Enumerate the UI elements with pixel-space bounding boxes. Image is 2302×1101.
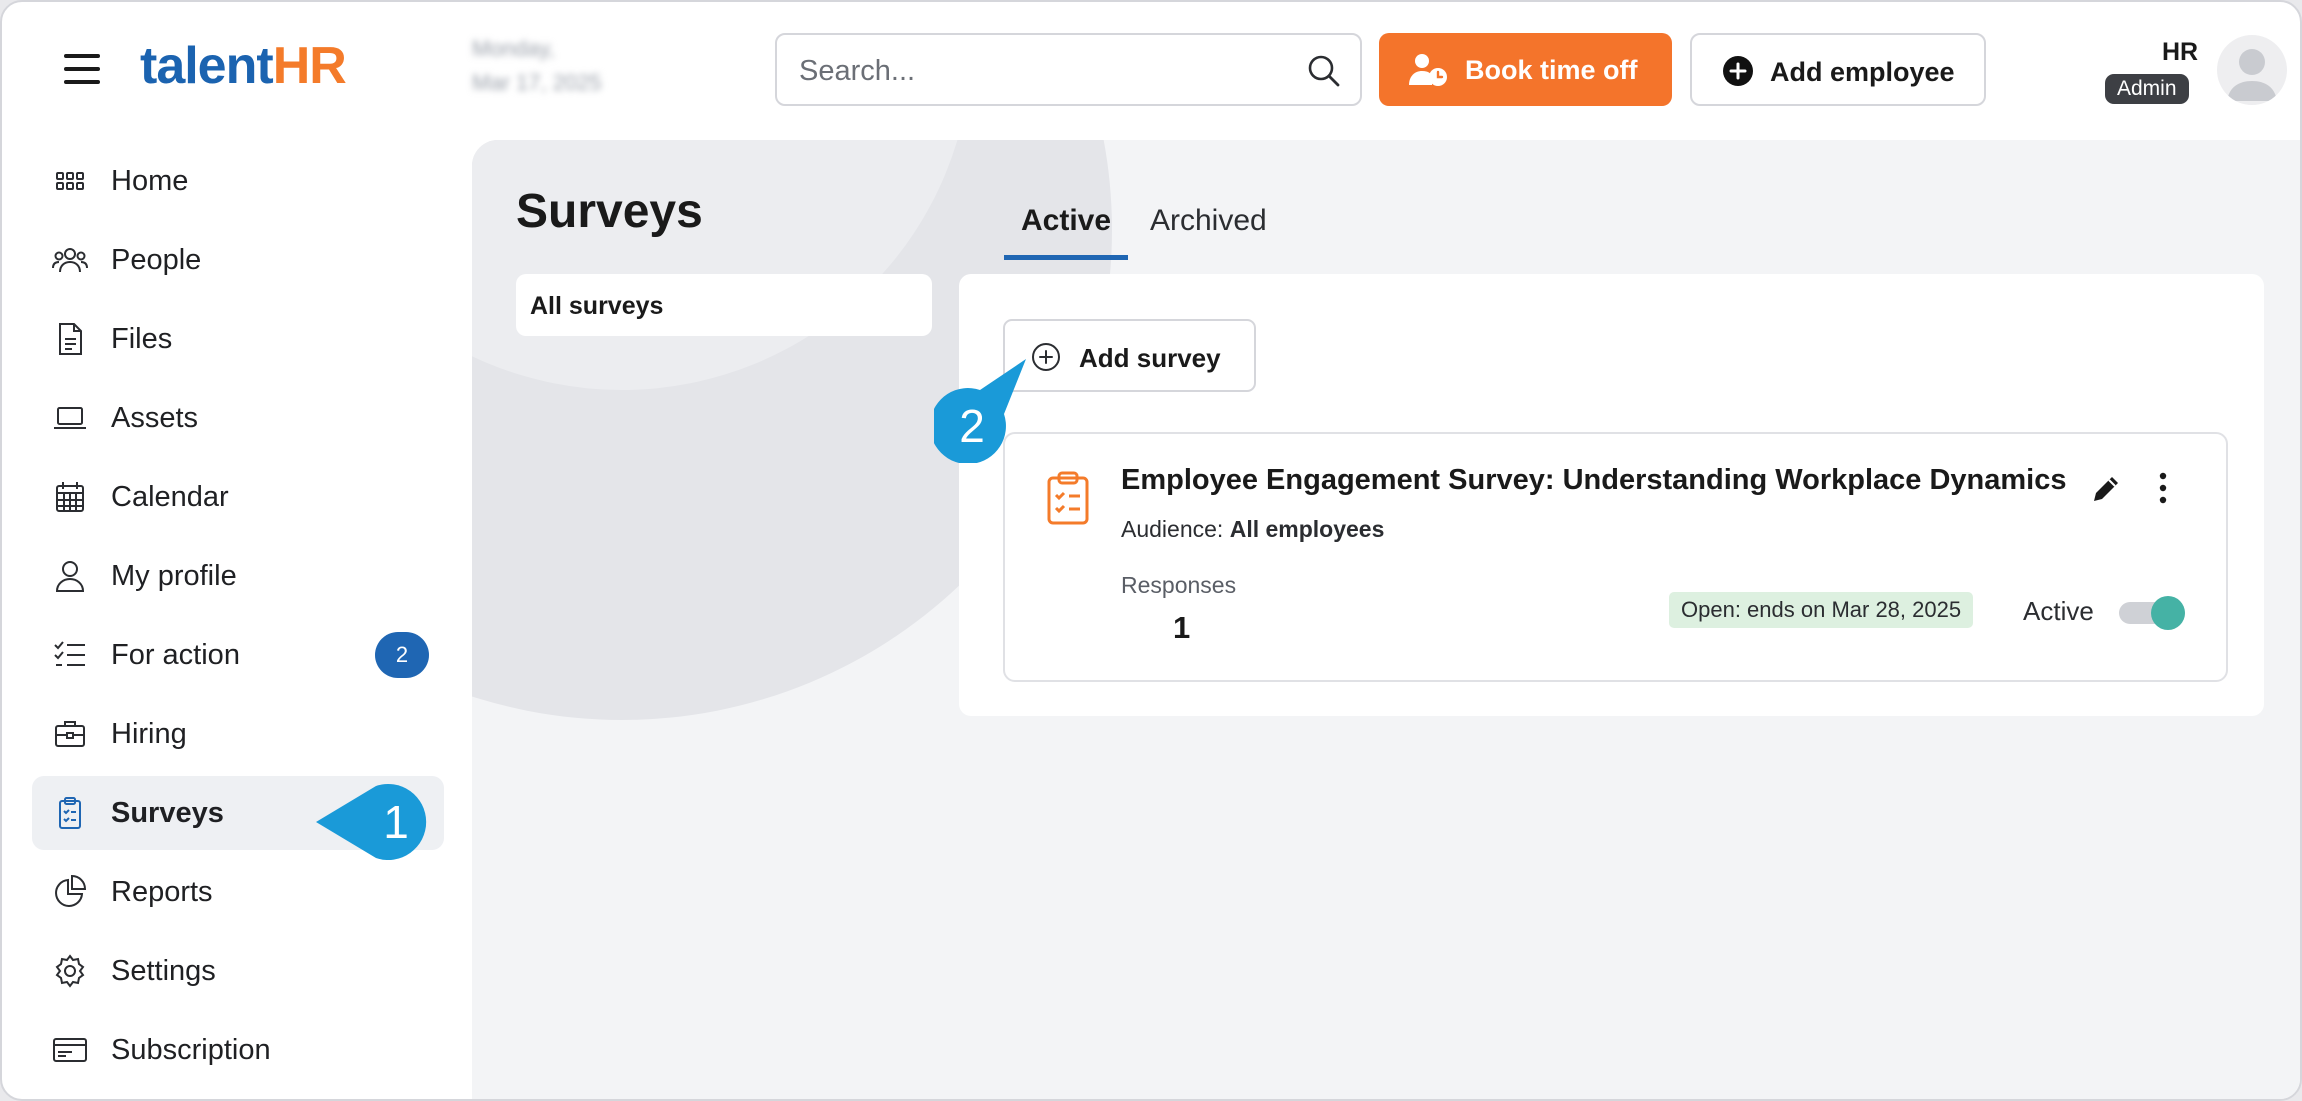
sidebar-item-files[interactable]: Files	[32, 302, 444, 376]
survey-title[interactable]: Employee Engagement Survey: Understandin…	[1121, 464, 2066, 497]
page-title: Surveys	[516, 185, 703, 238]
sidebar-item-label: People	[111, 244, 202, 276]
search-icon[interactable]	[1306, 53, 1342, 89]
sidebar-item-label: Home	[111, 165, 189, 197]
sidebar-item-assets[interactable]: Assets	[32, 381, 444, 455]
sidebar-item-label: Files	[111, 323, 173, 355]
add-survey-button[interactable]: Add survey	[1003, 319, 1256, 392]
toggle-knob	[2151, 596, 2185, 630]
sidebar-item-reports[interactable]: Reports	[32, 855, 444, 929]
sidebar-item-for-action[interactable]: For action 2	[32, 618, 444, 692]
card-icon	[53, 1038, 87, 1062]
logo-accent: HR	[272, 37, 347, 95]
add-employee-label: Add employee	[1770, 57, 1955, 87]
edit-icon[interactable]	[2089, 472, 2123, 506]
surveys-panel: Add survey Employee Engagement Survey: U…	[959, 274, 2264, 716]
clipboard-check-icon	[1047, 471, 1089, 525]
sidebar-item-home[interactable]: Home	[32, 144, 444, 218]
tab-archived[interactable]: Archived	[1150, 204, 1267, 260]
plus-circle-icon	[1723, 56, 1753, 86]
sidebar-item-label: Assets	[111, 402, 199, 434]
top-header: talentHR Monday, Mar 17, 2025 Search... …	[2, 2, 2300, 140]
search-input[interactable]: Search...	[775, 33, 1362, 106]
date-day: Mar 17, 2025	[472, 70, 602, 95]
responses-label: Responses	[1121, 572, 1237, 598]
add-survey-label: Add survey	[1079, 343, 1221, 373]
laptop-icon	[54, 407, 86, 429]
filter-label: All surveys	[530, 292, 664, 320]
add-employee-button[interactable]: Add employee	[1690, 33, 1986, 106]
calendar-icon	[56, 482, 84, 512]
sidebar-item-label: My profile	[111, 560, 237, 592]
main-content: Surveys All surveys Active Archived Add …	[472, 140, 2300, 1099]
for-action-count-badge: 2	[375, 632, 429, 678]
avatar-icon	[2227, 49, 2277, 101]
sidebar-item-label: Subscription	[111, 1034, 271, 1066]
search-placeholder: Search...	[799, 55, 916, 87]
responses-count: 1	[1173, 610, 1191, 645]
sidebar-item-subscription[interactable]: Subscription	[32, 1013, 444, 1087]
date-weekday: Monday,	[472, 36, 555, 61]
app-window: talentHR Monday, Mar 17, 2025 Search... …	[0, 0, 2302, 1101]
step-1-number: 1	[383, 796, 409, 848]
people-icon	[52, 248, 88, 273]
sidebar-item-label: Surveys	[111, 797, 224, 829]
person-icon	[55, 561, 85, 592]
file-icon	[59, 323, 82, 355]
checklist-icon	[54, 641, 85, 666]
avatar[interactable]	[2217, 35, 2287, 105]
sidebar-item-people[interactable]: People	[32, 223, 444, 297]
grid-icon	[56, 172, 84, 190]
menu-icon[interactable]	[64, 54, 100, 84]
sidebar-item-settings[interactable]: Settings	[32, 934, 444, 1008]
active-toggle[interactable]	[2119, 596, 2185, 630]
step-1-callout: 1	[316, 784, 427, 860]
book-time-off-button[interactable]: Book time off	[1379, 33, 1672, 106]
sidebar-item-label: Reports	[111, 876, 213, 908]
sidebar-item-label: Hiring	[111, 718, 187, 750]
tab-active[interactable]: Active	[1004, 204, 1128, 260]
step-2-number: 2	[959, 400, 985, 452]
logo-text: talent	[140, 37, 274, 95]
status-badge: Open: ends on Mar 28, 2025	[1669, 592, 1974, 628]
audience-label: Audience:	[1121, 516, 1224, 542]
filter-all-surveys[interactable]: All surveys	[516, 274, 932, 336]
sidebar: Home People Files Assets Calendar My pro…	[2, 140, 472, 1099]
step-2-callout: 2	[934, 359, 1026, 463]
sidebar-item-label: Settings	[111, 955, 216, 987]
user-role-badge: Admin	[2105, 74, 2189, 104]
gear-icon	[55, 954, 85, 988]
sidebar-item-hiring[interactable]: Hiring	[32, 697, 444, 771]
person-clock-icon	[1409, 54, 1447, 86]
sidebar-item-label: For action	[111, 639, 240, 671]
logo[interactable]: talentHR	[140, 37, 347, 95]
sidebar-item-my-profile[interactable]: My profile	[32, 539, 444, 613]
book-time-off-label: Book time off	[1465, 55, 1638, 85]
clipboard-icon	[59, 797, 81, 829]
more-vertical-icon[interactable]	[2153, 470, 2173, 506]
active-toggle-label: Active	[2023, 596, 2094, 626]
user-name: HR	[2162, 38, 2199, 66]
survey-audience: Audience: All employees	[1121, 516, 1384, 543]
briefcase-icon	[55, 721, 85, 747]
pie-chart-icon	[55, 874, 87, 907]
plus-circle-icon	[1032, 343, 1060, 371]
sidebar-item-label: Calendar	[111, 481, 229, 513]
sidebar-item-calendar[interactable]: Calendar	[32, 460, 444, 534]
audience-value: All employees	[1229, 516, 1385, 542]
survey-card[interactable]: Employee Engagement Survey: Understandin…	[1003, 432, 2228, 682]
current-date: Monday, Mar 17, 2025	[472, 32, 602, 100]
